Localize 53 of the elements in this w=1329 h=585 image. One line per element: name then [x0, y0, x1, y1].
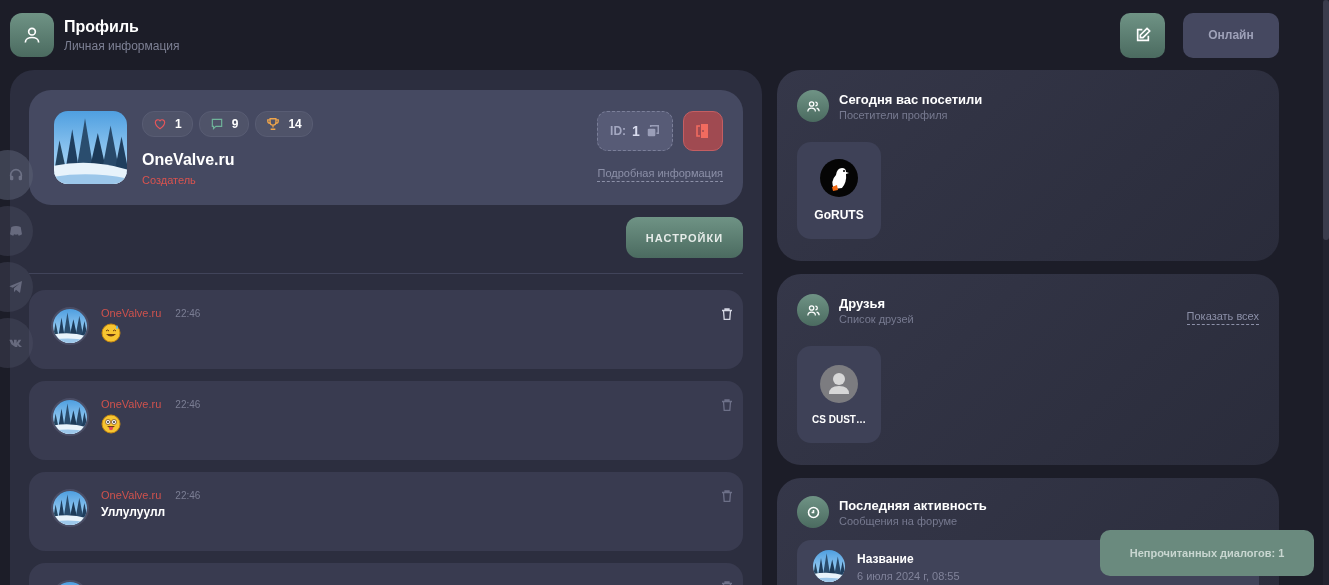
- stat-count: 14: [288, 117, 302, 131]
- user-name: CS DUST…: [812, 413, 866, 425]
- details-link[interactable]: Подробная информация: [597, 167, 723, 182]
- user-name: GoRUTS: [814, 208, 864, 222]
- message-author[interactable]: OneValve.ru: [101, 398, 162, 410]
- card-title: Последняя активность: [839, 497, 988, 513]
- clock-icon: [797, 496, 829, 528]
- id-badge[interactable]: ID: 1: [597, 111, 673, 151]
- notification-toast[interactable]: Непрочитанных диалогов: 1: [1100, 530, 1314, 576]
- telegram-icon: [8, 279, 24, 295]
- logout-button[interactable]: [683, 111, 723, 151]
- bird-avatar-icon: [820, 159, 858, 197]
- stat-count: 1: [175, 117, 182, 131]
- card-subtitle: Список друзей: [839, 312, 915, 325]
- id-value: 1: [632, 123, 640, 139]
- topic-title: Название: [857, 552, 915, 566]
- card-subtitle: Посетители профиля: [839, 108, 949, 121]
- user-card[interactable]: GoRUTS: [797, 142, 881, 239]
- door-icon: [696, 123, 710, 139]
- smiley-icon: [101, 414, 121, 434]
- heart-icon: [153, 117, 167, 131]
- card-title: Друзья: [839, 295, 887, 311]
- profile-name: OneValve.ru: [142, 151, 236, 169]
- show-all-link[interactable]: Показать всех: [1186, 309, 1259, 325]
- copy-icon: [645, 124, 660, 138]
- page-title: Профиль: [64, 17, 140, 36]
- status-button[interactable]: Онлайн: [1183, 12, 1279, 58]
- message-time: 22:46: [175, 308, 201, 319]
- user-avatar-icon: [820, 364, 858, 403]
- message-text: Уллулуулл: [101, 505, 167, 519]
- id-label: ID:: [610, 124, 627, 138]
- message-author[interactable]: OneValve.ru: [101, 489, 162, 501]
- card-title: Сегодня вас посетили: [839, 91, 984, 107]
- page-subtitle: Личная информация: [64, 38, 181, 53]
- trophy-icon: [266, 117, 281, 131]
- comment-icon: [209, 117, 224, 131]
- scrollbar[interactable]: [1323, 0, 1329, 585]
- message-time: 22:46: [175, 490, 201, 501]
- user-icon: [10, 13, 54, 57]
- user-card[interactable]: CS DUST…: [797, 346, 881, 443]
- card-subtitle: Сообщения на форуме: [839, 514, 959, 527]
- pencil-icon: [1134, 27, 1151, 43]
- stat-count: 9: [231, 117, 239, 131]
- profile-role: Создатель: [142, 174, 197, 186]
- users-icon: [797, 294, 829, 326]
- smiley-icon: [101, 323, 121, 343]
- message-time: 22:46: [175, 399, 201, 410]
- edit-button[interactable]: [1120, 12, 1165, 58]
- users-icon: [797, 90, 829, 122]
- message-author[interactable]: OneValve.ru: [101, 307, 162, 319]
- headset-icon: [8, 167, 24, 183]
- settings-button[interactable]: НАСТРОЙКИ: [626, 217, 743, 258]
- topic-date: 6 июля 2024 г, 08:55: [857, 570, 960, 582]
